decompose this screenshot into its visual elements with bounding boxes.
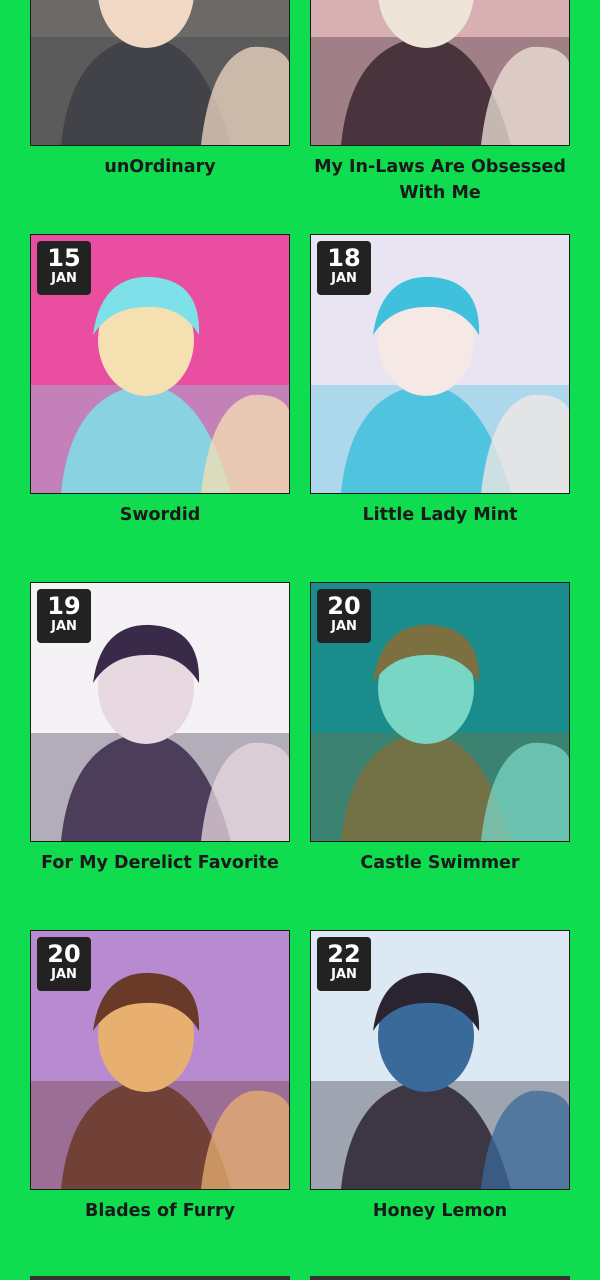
release-day: 20	[47, 940, 81, 968]
comic-card[interactable]: 18 JAN Little Lady Mint	[310, 234, 570, 528]
comic-card[interactable]: My In-Laws Are Obsessed With Me	[310, 0, 570, 206]
release-month: JAN	[331, 271, 357, 286]
comic-thumbnail[interactable]: 20 JAN	[30, 930, 290, 1190]
release-date-badge: 15 JAN	[37, 241, 91, 295]
comic-title[interactable]: Castle Swimmer	[310, 850, 570, 876]
comic-title[interactable]: unOrdinary	[30, 154, 290, 180]
comic-grid: unOrdinary My In-Laws Are Obsessed With …	[0, 0, 600, 1280]
release-day: 19	[47, 592, 81, 620]
comic-thumbnail[interactable]: 22 JAN	[310, 930, 570, 1190]
comic-card[interactable]: unOrdinary	[30, 0, 290, 180]
comic-card[interactable]: 20 JAN Blades of Furry	[30, 930, 290, 1224]
comic-thumbnail[interactable]	[30, 0, 290, 146]
release-day: 15	[47, 244, 81, 272]
release-day: 20	[327, 592, 361, 620]
release-day: 18	[327, 244, 361, 272]
comic-title[interactable]: For My Derelict Favorite	[30, 850, 290, 876]
comic-card[interactable]: 20 JAN Castle Swimmer	[310, 582, 570, 876]
release-date-badge: 19 JAN	[37, 589, 91, 643]
release-date-badge: 20 JAN	[37, 937, 91, 991]
cover-art	[31, 0, 289, 145]
comic-title[interactable]: My In-Laws Are Obsessed With Me	[310, 154, 570, 206]
comic-title[interactable]: Blades of Furry	[30, 1198, 290, 1224]
comic-title[interactable]: Honey Lemon	[310, 1198, 570, 1224]
release-month: JAN	[51, 967, 77, 982]
comic-thumbnail[interactable]: 15 JAN	[30, 234, 290, 494]
next-row-thumbnail-edge	[310, 1276, 570, 1280]
release-month: JAN	[51, 271, 77, 286]
comic-title[interactable]: Little Lady Mint	[310, 502, 570, 528]
comic-thumbnail[interactable]: 19 JAN	[30, 582, 290, 842]
release-month: JAN	[331, 967, 357, 982]
release-date-badge: 18 JAN	[317, 241, 371, 295]
comic-title[interactable]: Swordid	[30, 502, 290, 528]
comic-thumbnail[interactable]: 20 JAN	[310, 582, 570, 842]
cover-art	[311, 0, 569, 145]
release-date-badge: 22 JAN	[317, 937, 371, 991]
comic-thumbnail[interactable]	[310, 0, 570, 146]
release-date-badge: 20 JAN	[317, 589, 371, 643]
next-row-thumbnail-edge	[30, 1276, 290, 1280]
comic-card[interactable]: 19 JAN For My Derelict Favorite	[30, 582, 290, 876]
release-day: 22	[327, 940, 361, 968]
release-month: JAN	[331, 619, 357, 634]
comic-card[interactable]: 15 JAN Swordid	[30, 234, 290, 528]
release-month: JAN	[51, 619, 77, 634]
comic-thumbnail[interactable]: 18 JAN	[310, 234, 570, 494]
comic-card[interactable]: 22 JAN Honey Lemon	[310, 930, 570, 1224]
